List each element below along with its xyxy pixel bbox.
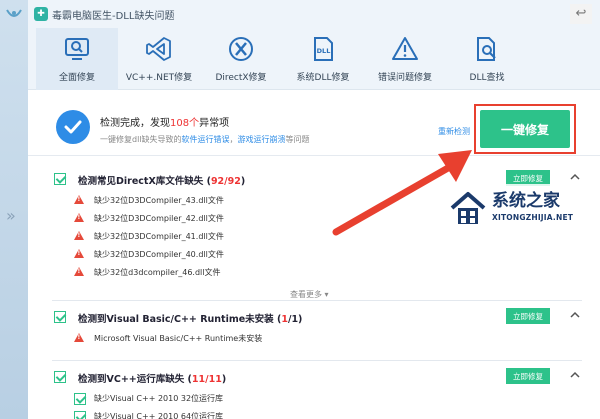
check-circle-icon <box>56 110 90 144</box>
tab-error-repair[interactable]: 错误问题修复 <box>364 28 446 90</box>
section-header: 检测到Visual Basic/C++ Runtime未安装 (1/1) 立即修… <box>28 306 600 330</box>
vb-runtime-section: 检测到Visual Basic/C++ Runtime未安装 (1/1) 立即修… <box>28 306 600 348</box>
dll-file-icon: DLL <box>308 34 338 64</box>
warning-triangle-icon <box>74 195 84 204</box>
vc-runtime-section: 检测到VC++运行库缺失 (11/11) 立即修复 缺少Visual C++ 2… <box>28 366 600 419</box>
warning-triangle-icon <box>74 267 84 276</box>
nav-bar: 全面修复 VC++.NET修复 DirectX修复 DLL 系统DLL修复 错误… <box>28 28 600 90</box>
tab-full-repair[interactable]: 全面修复 <box>36 28 118 90</box>
section-title: 检测到Visual Basic/C++ Runtime未安装 (1/1) <box>78 314 303 325</box>
tab-directx-repair[interactable]: DirectX修复 <box>200 28 282 90</box>
section-title: 检测常见DirectX库文件缺失 (92/92) <box>78 176 246 187</box>
watermark-url: XITONGZHIJIA.NET <box>492 213 574 222</box>
list-item: 缺少32位d3dcompiler_46.dll文件 <box>28 264 600 282</box>
list-item: 缺少32位D3DCompiler_40.dll文件 <box>28 246 600 264</box>
highlight-box: 一键修复 <box>474 104 576 154</box>
title-bar: ✚ 毒霸电脑医生-DLL缺失问题 ↩ <box>28 0 600 28</box>
fix-now-button[interactable]: 立即修复 <box>506 368 550 384</box>
issue-count: 108个 <box>170 118 200 129</box>
warning-triangle-icon <box>74 333 84 342</box>
fix-now-button[interactable]: 立即修复 <box>506 308 550 324</box>
tab-label: DLL查找 <box>469 73 505 83</box>
show-more-link[interactable]: 查看更多 ▾ <box>290 289 329 300</box>
tab-system-dll-repair[interactable]: DLL 系统DLL修复 <box>282 28 364 90</box>
app-icon: ✚ <box>34 7 48 21</box>
section-checkbox[interactable] <box>54 371 66 383</box>
main-window: ✚ 毒霸电脑医生-DLL缺失问题 ↩ 全面修复 VC++.NET修复 Direc… <box>28 0 600 419</box>
divider <box>52 300 582 301</box>
section-header: 检测到VC++运行库缺失 (11/11) 立即修复 <box>28 366 600 390</box>
warning-icon <box>390 34 420 64</box>
scan-result-title: 检测完成，发现108个异常项 <box>100 118 230 129</box>
tab-label: 全面修复 <box>58 73 95 83</box>
tab-label: 错误问题修复 <box>377 73 432 83</box>
chevron-up-icon[interactable] <box>568 368 582 382</box>
list-item: 缺少Visual C++ 2010 32位运行库 <box>28 390 600 408</box>
tab-vc-net-repair[interactable]: VC++.NET修复 <box>118 28 200 90</box>
rescan-link[interactable]: 重新检测 <box>438 126 470 137</box>
back-button[interactable]: ↩ <box>570 4 592 24</box>
game-crash-link[interactable]: 游戏运行崩溃 <box>238 135 286 144</box>
left-sidebar: » <box>0 0 28 419</box>
list-item: 缺少Visual C++ 2010 64位运行库 <box>28 408 600 419</box>
search-monitor-icon <box>62 34 92 64</box>
visual-studio-icon <box>144 34 174 64</box>
watermark-name: 系统之家 <box>492 191 560 211</box>
warning-triangle-icon <box>74 231 84 240</box>
section-checkbox[interactable] <box>54 173 66 185</box>
fix-all-button[interactable]: 一键修复 <box>480 110 570 148</box>
window-title: 毒霸电脑医生-DLL缺失问题 <box>52 11 175 22</box>
item-checkbox[interactable] <box>74 393 86 405</box>
directx-icon <box>226 34 256 64</box>
chevron-up-icon[interactable] <box>568 308 582 322</box>
tab-dll-search[interactable]: DLL查找 <box>446 28 528 90</box>
scan-result-subtitle: 一键修复dll缺失导致的软件运行错误，游戏运行崩溃等问题 <box>100 135 310 144</box>
house-logo-icon <box>450 192 486 224</box>
tab-label: VC++.NET修复 <box>125 73 193 83</box>
list-item: Microsoft Visual Basic/C++ Runtime未安装 <box>28 330 600 348</box>
file-search-icon <box>472 34 502 64</box>
warning-triangle-icon <box>74 249 84 258</box>
svg-text:DLL: DLL <box>317 47 331 55</box>
chevron-up-icon[interactable] <box>568 170 582 184</box>
item-checkbox[interactable] <box>74 411 86 419</box>
software-error-link[interactable]: 软件运行错误 <box>182 135 230 144</box>
tab-label: 系统DLL修复 <box>296 73 350 83</box>
expand-sidebar-button[interactable]: » <box>6 206 16 225</box>
section-title: 检测到VC++运行库缺失 (11/11) <box>78 374 227 385</box>
divider <box>52 360 582 361</box>
watermark: 系统之家 XITONGZHIJIA.NET <box>448 184 600 234</box>
warning-triangle-icon <box>74 213 84 222</box>
tab-label: DirectX修复 <box>215 73 267 83</box>
section-checkbox[interactable] <box>54 311 66 323</box>
app-logo-icon <box>6 9 22 17</box>
